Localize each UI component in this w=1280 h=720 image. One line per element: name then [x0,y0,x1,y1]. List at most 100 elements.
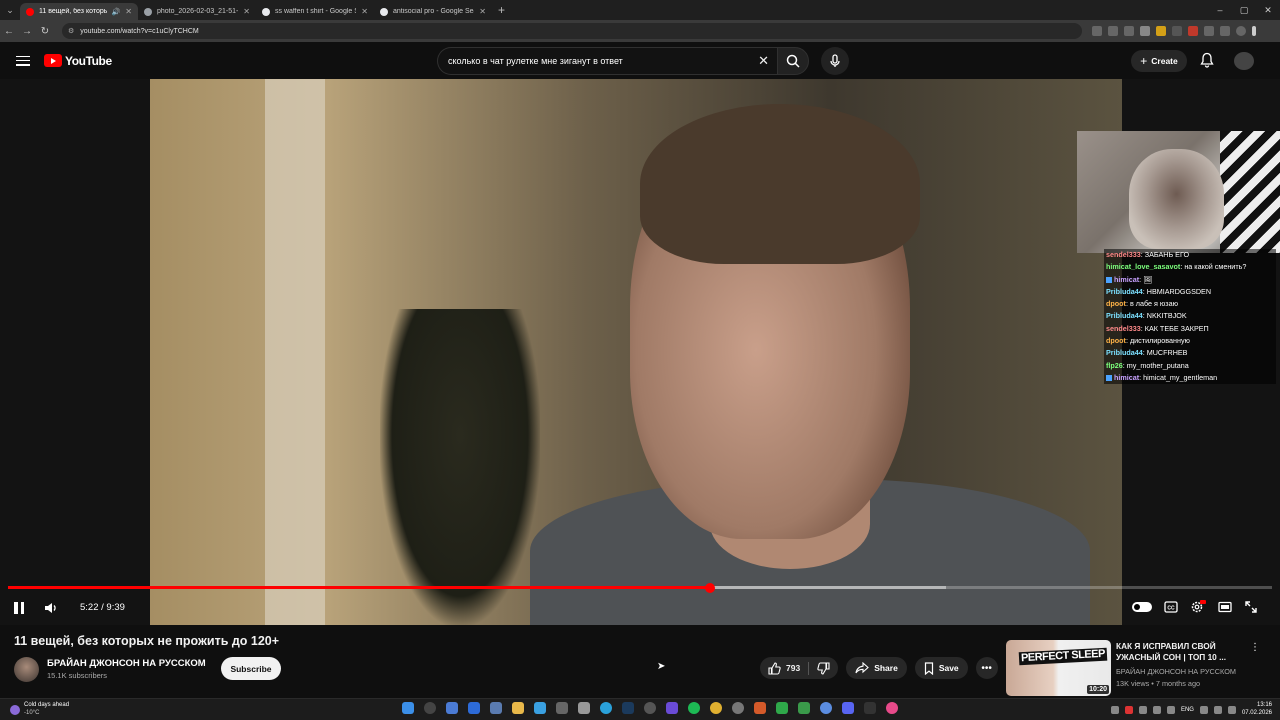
theater-mode-icon[interactable] [1218,601,1232,613]
close-tab-icon[interactable]: ✕ [361,7,368,16]
music-icon[interactable] [886,702,898,714]
settings-gear-icon[interactable] [1190,600,1206,614]
language-indicator[interactable]: ENG [1181,707,1194,713]
tray-icon[interactable] [1152,705,1161,714]
maximize-icon[interactable]: ▢ [1232,0,1256,20]
more-actions-button[interactable]: ••• [975,657,998,679]
forward-icon[interactable]: → [18,26,36,37]
voice-search-button[interactable] [821,47,849,75]
spotify-icon[interactable] [688,702,700,714]
app-icon[interactable] [776,702,788,714]
browser-tab[interactable]: 11 вещей, без которых не 🔊 ✕ [20,3,138,20]
minimize-icon[interactable]: – [1208,0,1232,20]
extension-icon[interactable] [1172,26,1182,36]
extension-icon[interactable] [1140,26,1150,36]
app-icon[interactable] [644,702,656,714]
back-icon[interactable]: ← [0,26,18,37]
discord-icon[interactable] [842,702,854,714]
app-icon[interactable] [490,702,502,714]
profile-icon[interactable] [1236,26,1246,36]
cast-icon[interactable] [1108,26,1118,36]
close-tab-icon[interactable]: ✕ [243,7,250,16]
app-icon[interactable] [732,702,744,714]
video-player[interactable]: sendel333: ЗАБАНЬ ЕГО himicat_love_sasavo… [0,79,1280,625]
guide-menu-icon[interactable] [16,55,30,66]
create-button[interactable]: + Create [1131,50,1187,72]
tray-icon[interactable] [1110,705,1119,714]
address-bar-row: ← → ↻ ⚙ youtube.com/watch?v=c1uClyTCHCM [0,20,1280,42]
bookmark-star-icon[interactable] [1124,26,1134,36]
telegram-icon[interactable] [600,702,612,714]
extension-icon[interactable] [1156,26,1166,36]
app-icon[interactable] [556,702,568,714]
app-icon[interactable] [534,702,546,714]
sidebar-icon[interactable] [1220,26,1230,36]
close-tab-icon[interactable]: ✕ [125,7,132,16]
browser-tab[interactable]: antisocial pro - Google Search ✕ [374,3,492,20]
progress-scrubber[interactable] [704,582,715,593]
recommended-channel[interactable]: БРАЙАН ДЖОНСОН НА РУССКОМ [1116,667,1236,676]
recommended-video[interactable]: PERFECT SLEEP 10:20 КАК Я ИСПРАВИЛ СВОЙ … [1006,640,1260,696]
browser-tab[interactable]: photo_2026-02-03_21-51-50.jp ✕ [138,3,256,20]
chrome-icon[interactable] [710,702,722,714]
close-window-icon[interactable]: ✕ [1256,0,1280,20]
channel-avatar[interactable] [14,657,39,682]
url-field[interactable]: ⚙ youtube.com/watch?v=c1uClyTCHCM [62,23,1082,39]
app-icon[interactable] [468,702,480,714]
search-icon[interactable] [424,702,436,714]
app-icon[interactable] [864,702,876,714]
reload-icon[interactable]: ↻ [36,26,54,37]
tray-icon[interactable] [1138,705,1147,714]
speaker-icon[interactable] [1213,705,1222,714]
like-button[interactable]: 793 [760,661,810,675]
browser-menu-icon[interactable] [1252,26,1256,36]
video-duration: 10:20 [1087,685,1109,694]
clear-search-icon[interactable]: ✕ [758,53,769,69]
subscribe-button[interactable]: Subscribe [221,657,281,680]
dislike-button[interactable] [809,661,838,675]
chat-text: himicat_my_gentleman [1143,372,1218,382]
tab-audio-icon[interactable]: 🔊 [112,8,121,16]
browser-tab[interactable]: ss waffen t shirt - Google Search ✕ [256,3,374,20]
volume-button[interactable] [44,601,58,620]
app-icon[interactable] [798,702,810,714]
extension-icon[interactable] [1188,26,1198,36]
account-avatar[interactable] [1234,52,1254,70]
recommended-thumbnail[interactable]: PERFECT SLEEP 10:20 [1006,640,1111,696]
recommended-title[interactable]: КАК Я ИСПРАВИЛ СВОЙ УЖАСНЫЙ СОН | ТОП 10… [1116,641,1234,663]
youtube-logo[interactable]: YouTube [44,54,112,68]
share-button[interactable]: Share [846,657,907,679]
zoom-icon[interactable] [1092,26,1102,36]
search-input[interactable]: сколько в чат рулетке мне зиганут в отве… [437,47,777,75]
channel-name[interactable]: БРАЙАН ДЖОНСОН НА РУССКОМ [47,658,206,669]
weather-widget[interactable]: Cold days ahead -10°C [10,702,69,717]
clock[interactable]: 13:16 07.02.2026 [1242,702,1272,717]
site-info-icon[interactable]: ⚙ [68,27,74,35]
close-tab-icon[interactable]: ✕ [479,7,486,16]
tray-icon[interactable] [1124,705,1133,714]
app-icon[interactable] [666,702,678,714]
battery-icon[interactable] [1227,705,1236,714]
save-button[interactable]: Save [914,657,968,679]
tab-search-icon[interactable]: ⌄ [0,0,20,20]
app-icon[interactable] [754,702,766,714]
search-button[interactable] [777,47,809,75]
calendar-icon[interactable] [578,702,590,714]
notifications-button[interactable] [1200,52,1214,73]
subtitles-icon[interactable]: CC [1164,601,1178,613]
pause-button[interactable] [14,602,26,614]
autoplay-toggle[interactable] [1132,602,1152,612]
steam-icon[interactable] [622,702,634,714]
task-view-icon[interactable] [446,702,458,714]
extensions-puzzle-icon[interactable] [1204,26,1214,36]
start-icon[interactable] [402,702,414,714]
kebab-menu-icon[interactable]: ⋮ [1250,642,1260,653]
new-tab-button[interactable]: + [492,3,511,17]
tray-icon[interactable] [1166,705,1175,714]
fullscreen-icon[interactable] [1244,600,1258,614]
app-icon[interactable] [820,702,832,714]
file-explorer-icon[interactable] [512,702,524,714]
chat-text: на какой сменить? [1184,262,1247,272]
wifi-icon[interactable] [1199,705,1208,714]
progress-bar[interactable] [8,582,1272,593]
